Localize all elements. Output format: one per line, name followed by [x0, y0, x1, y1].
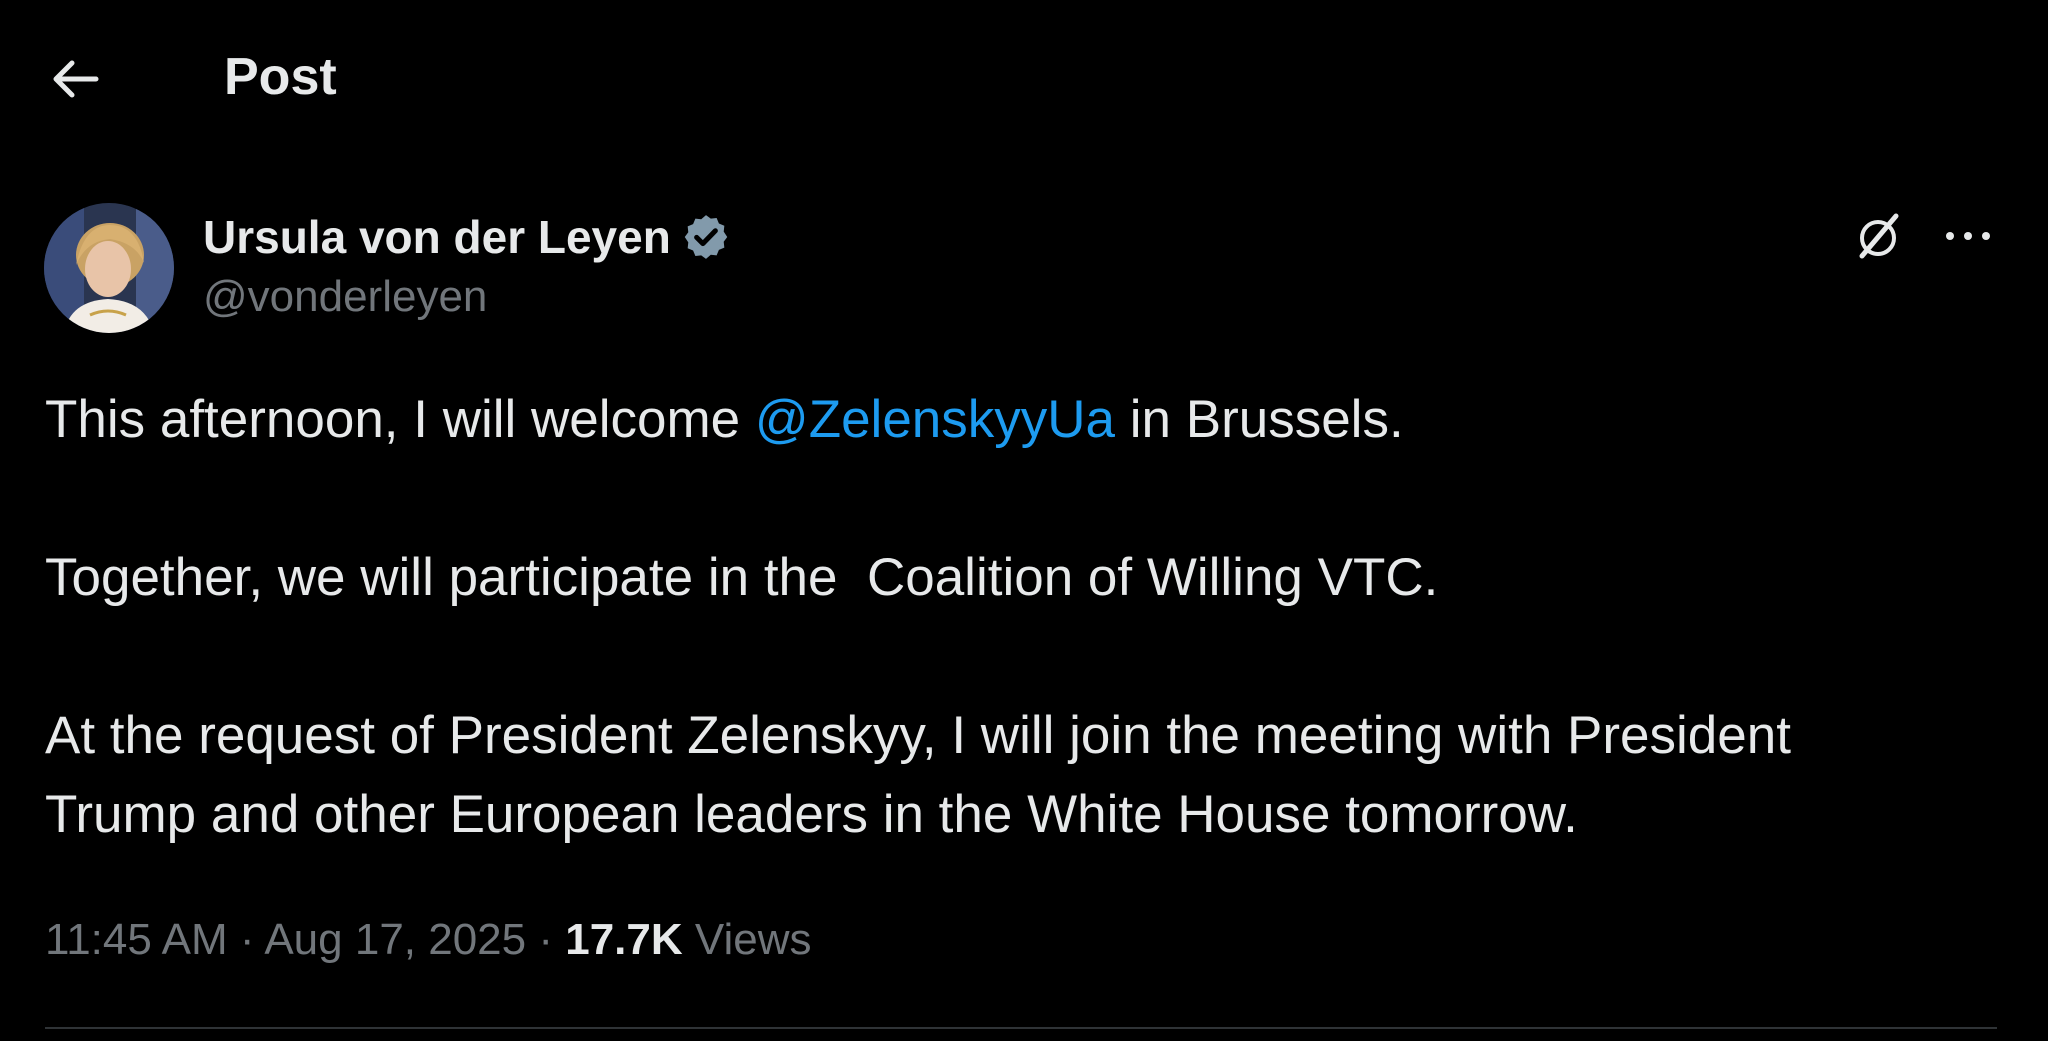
- tweet-paragraph-2: Together, we will participate in the Coa…: [45, 548, 1439, 607]
- tweet-text-segment: This afternoon, I will welcome: [45, 390, 755, 449]
- views-label: Views: [694, 915, 812, 964]
- tweet-date[interactable]: Aug 17, 2025: [264, 915, 526, 964]
- tweet-paragraph-3-line-1: At the request of President Zelenskyy, I…: [45, 706, 1791, 765]
- more-horizontal-icon: [1946, 232, 1990, 240]
- verified-badge-icon[interactable]: [681, 212, 731, 262]
- arrow-left-icon: [53, 60, 99, 98]
- author-name-row: Ursula von der Leyen: [203, 207, 731, 267]
- meta-separator: ·: [227, 915, 265, 964]
- page-title: Post: [224, 48, 337, 106]
- tweet-text-segment: in Brussels.: [1115, 390, 1404, 449]
- meta-separator: ·: [526, 915, 566, 964]
- grok-button[interactable]: [1848, 206, 1908, 266]
- grok-icon: [1859, 213, 1899, 259]
- author-display-name[interactable]: Ursula von der Leyen: [203, 210, 671, 264]
- back-button[interactable]: [44, 48, 106, 110]
- views-count: 17.7K: [565, 915, 683, 964]
- avatar-image: [44, 203, 174, 333]
- tweet-paragraph-3-line-2: Trump and other European leaders in the …: [45, 785, 1578, 844]
- avatar[interactable]: [44, 203, 174, 333]
- more-options-button[interactable]: [1938, 206, 1998, 266]
- tweet-time[interactable]: 11:45 AM: [45, 915, 228, 964]
- author-handle[interactable]: @vonderleyen: [203, 272, 487, 322]
- tweet-text: This afternoon, I will welcome @Zelensky…: [45, 380, 1995, 854]
- tweet-meta: 11:45 AM · Aug 17, 2025 · 17.7K Views: [45, 910, 811, 970]
- mention-link[interactable]: @ZelenskyyUa: [755, 390, 1115, 449]
- divider: [45, 1027, 1997, 1029]
- top-header: Post: [0, 0, 2048, 150]
- tweet-paragraph-1: This afternoon, I will welcome @Zelensky…: [45, 380, 1995, 459]
